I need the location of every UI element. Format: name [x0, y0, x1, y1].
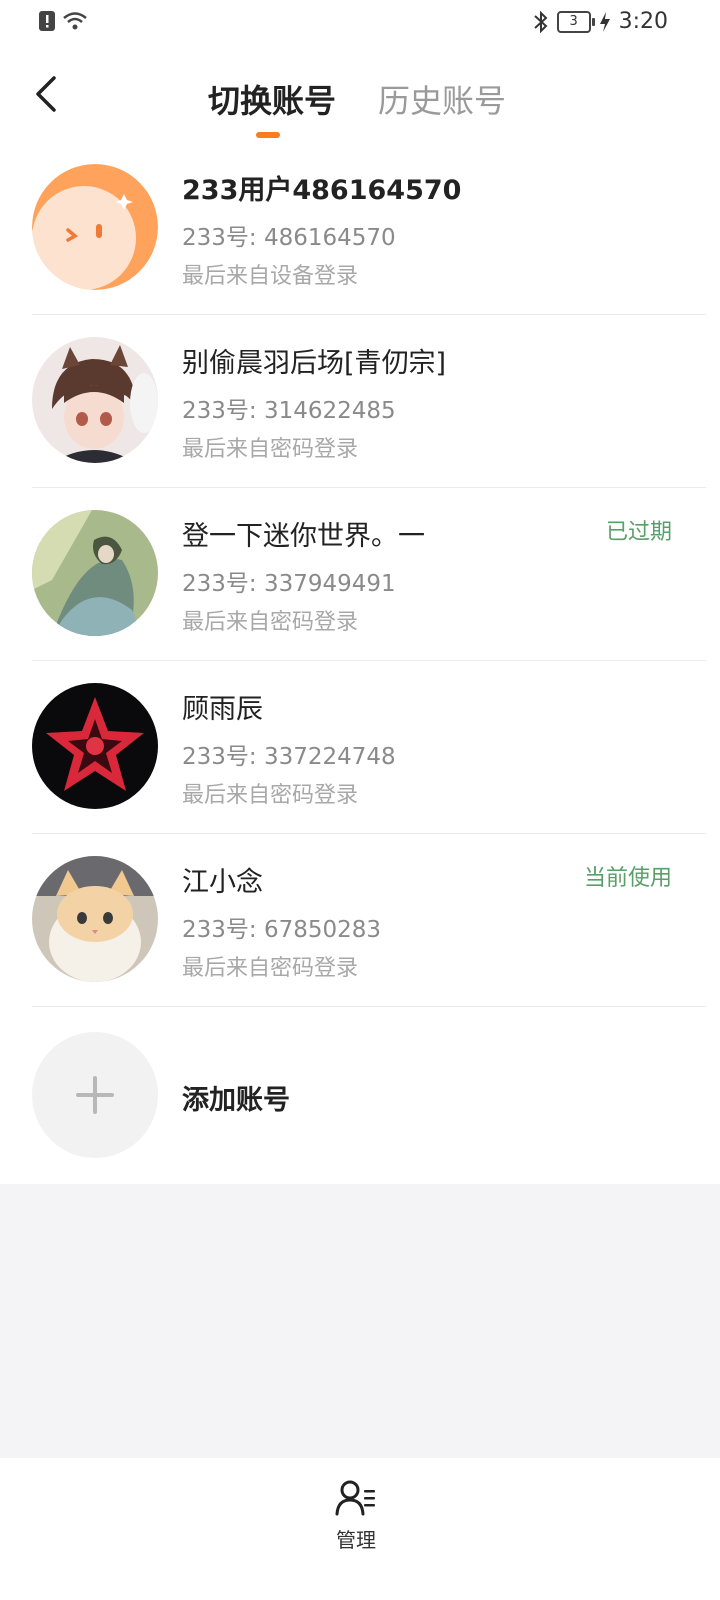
manage-label: 管理	[336, 1528, 376, 1552]
forest-girl-avatar	[32, 510, 158, 636]
account-name: 江小念	[182, 867, 263, 898]
account-name: 顾雨辰	[182, 694, 263, 725]
last-login-method: 最后来自设备登录	[182, 264, 359, 289]
account-uid: 233号: 67850283	[182, 917, 382, 943]
account-list: 233用户486164570 233号: 486164570 最后来自设备登录 …	[0, 142, 720, 1184]
account-row[interactable]: 登一下迷你世界。一 233号: 337949491 最后来自密码登录 已过期	[32, 488, 706, 661]
last-login-method: 最后来自密码登录	[182, 610, 359, 635]
back-button[interactable]	[30, 72, 70, 118]
account-name: 233用户486164570	[182, 175, 462, 206]
account-name: 登一下迷你世界。一	[182, 521, 425, 552]
bottom-bar: 管理	[0, 1458, 720, 1600]
bluetooth-icon	[533, 10, 548, 33]
header: 切换账号 历史账号	[0, 50, 720, 143]
account-uid: 233号: 337224748	[182, 744, 396, 770]
add-account-label: 添加账号	[182, 1085, 290, 1116]
account-row[interactable]: 顾雨辰 233号: 337224748 最后来自密码登录	[32, 661, 706, 834]
account-name: 别偷晨羽后场[青仞宗]	[182, 348, 447, 379]
status-icons-left	[38, 10, 88, 32]
status-icons-right: 3 3:20	[533, 9, 668, 34]
last-login-method: 最后来自密码登录	[182, 956, 359, 981]
plus-icon	[76, 1076, 114, 1114]
chevron-left-icon	[36, 76, 56, 112]
last-login-method: 最后来自密码登录	[182, 437, 359, 462]
manage-button[interactable]: 管理	[320, 1478, 392, 1578]
add-account-button[interactable]: 添加账号	[32, 1012, 706, 1172]
orange-face-avatar	[32, 164, 158, 290]
add-account-circle	[32, 1032, 158, 1158]
status-badge-expired: 已过期	[605, 520, 672, 545]
account-row[interactable]: 别偷晨羽后场[青仞宗] 233号: 314622485 最后来自密码登录	[32, 315, 706, 488]
account-row[interactable]: 江小念 233号: 67850283 最后来自密码登录 当前使用	[32, 834, 706, 1007]
anime-boy-avatar	[32, 337, 158, 463]
tab-history-account[interactable]: 历史账号	[378, 76, 506, 122]
account-uid: 233号: 337949491	[182, 571, 396, 597]
wifi-icon	[63, 12, 87, 30]
account-row[interactable]: 233用户486164570 233号: 486164570 最后来自设备登录	[32, 142, 706, 315]
alert-icon	[39, 11, 55, 31]
account-uid: 233号: 486164570	[182, 225, 396, 251]
battery-icon: 3	[556, 10, 595, 33]
clock-time: 3:20	[618, 9, 668, 34]
cat-avatar	[32, 856, 158, 982]
charging-icon	[599, 11, 610, 32]
red-star-avatar	[32, 683, 158, 809]
last-login-method: 最后来自密码登录	[182, 783, 359, 808]
user-manage-icon	[335, 1480, 375, 1516]
status-bar: 3 3:20	[0, 0, 720, 50]
tab-switch-account[interactable]: 切换账号	[208, 76, 336, 122]
active-tab-indicator	[256, 132, 280, 138]
account-uid: 233号: 314622485	[182, 398, 396, 424]
status-badge-current: 当前使用	[583, 866, 672, 891]
